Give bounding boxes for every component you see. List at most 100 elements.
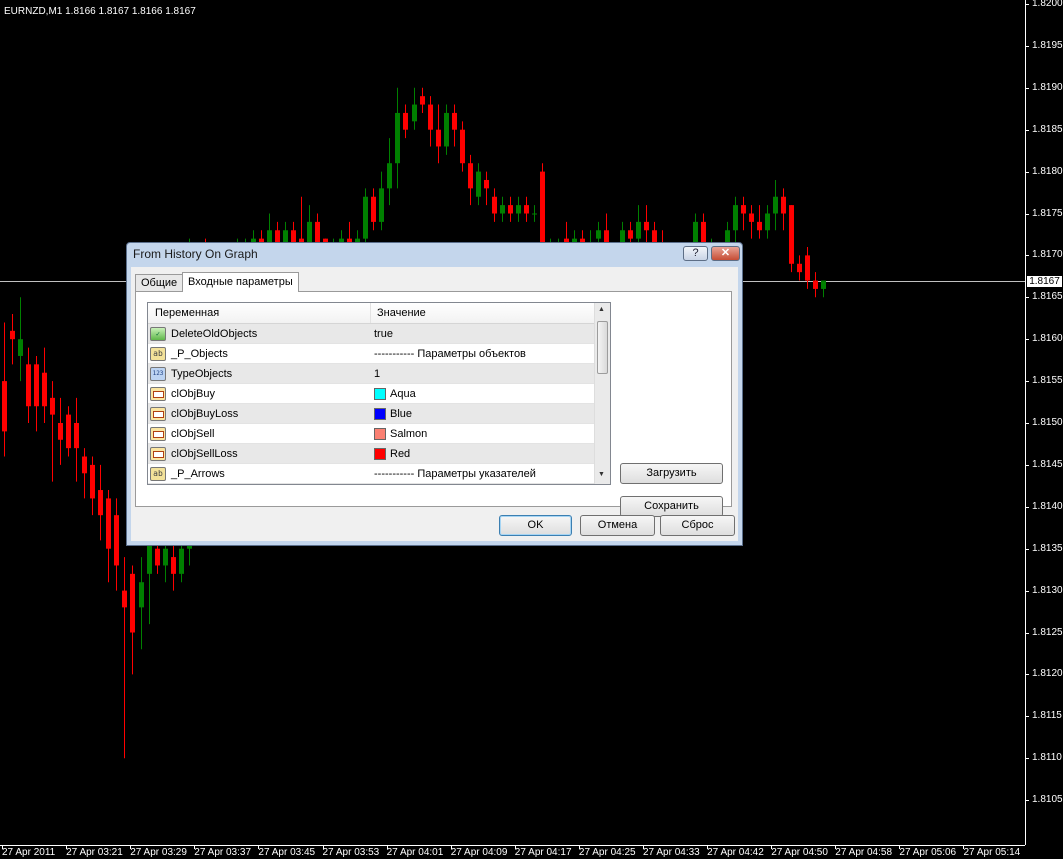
time-tick-label: 27 Apr 03:29 — [130, 847, 187, 858]
bear-candle — [82, 456, 87, 474]
price-tick-label: 1.8135 — [1032, 542, 1063, 554]
time-tick-label: 27 Apr 04:25 — [578, 847, 636, 858]
bear-candle — [757, 221, 762, 231]
price-tick-label: 1.8145 — [1032, 458, 1063, 470]
time-tick-label: 27 Apr 04:33 — [643, 847, 700, 858]
parameter-value-cell[interactable]: Salmon — [371, 427, 594, 440]
bear-candle — [403, 112, 408, 130]
input-parameters-panel: Переменная Значение ✓ DeleteOldObjects tru… — [135, 291, 732, 517]
price-tick-label: 1.8200 — [1032, 0, 1063, 9]
parameter-value-cell[interactable]: Aqua — [371, 387, 594, 400]
parameter-row[interactable]: clObjSell Salmon — [148, 424, 594, 444]
parameter-value-cell[interactable]: Red — [371, 447, 594, 460]
bull-candle — [179, 548, 184, 574]
bull-candle — [444, 112, 449, 147]
close-button[interactable]: ✕ — [711, 246, 740, 261]
bull-candle — [18, 339, 23, 356]
cancel-button[interactable]: Отмена — [580, 515, 655, 536]
help-button[interactable]: ? — [683, 246, 708, 261]
bear-candle — [492, 196, 497, 214]
tab-general[interactable]: Общие — [135, 274, 184, 291]
parameter-value: Red — [390, 447, 411, 460]
bull-candle — [516, 205, 521, 214]
parameter-value-cell[interactable]: true — [371, 328, 594, 340]
time-tick-label: 27 Apr 03:21 — [66, 847, 123, 858]
price-tick-label: 1.8105 — [1032, 794, 1063, 806]
parameter-name: DeleteOldObjects — [171, 327, 258, 340]
parameter-name-cell: clObjBuy — [148, 386, 371, 401]
bear-candle — [420, 96, 425, 105]
scroll-thumb[interactable] — [597, 321, 608, 374]
bull-candle — [596, 230, 601, 239]
bear-candle — [66, 414, 71, 449]
bull-candle — [395, 112, 400, 164]
color-type-icon — [150, 386, 166, 401]
parameter-name-cell: ab _P_Arrows — [148, 466, 371, 481]
parameter-name: clObjBuy — [171, 387, 216, 400]
bear-candle — [797, 263, 802, 273]
bear-candle — [741, 205, 746, 214]
scroll-up-arrow-icon[interactable]: ▲ — [598, 306, 605, 313]
price-tick-label: 1.8110 — [1032, 752, 1062, 764]
bull-candle — [412, 104, 417, 122]
price-tick-label: 1.8195 — [1032, 39, 1063, 51]
bull-candle — [379, 188, 384, 222]
price-tick-label: 1.8180 — [1032, 165, 1063, 177]
bear-candle — [171, 557, 176, 574]
color-swatch — [374, 427, 386, 440]
bear-candle — [90, 464, 95, 499]
bull-candle — [733, 205, 738, 231]
tab-input-parameters[interactable]: Входные параметры — [182, 272, 299, 292]
bear-candle — [50, 397, 55, 415]
bear-candle — [460, 129, 465, 164]
grid-scrollbar[interactable]: ▲ ▼ — [594, 303, 610, 484]
bear-candle — [749, 213, 754, 222]
bear-candle — [371, 196, 376, 222]
column-header-value[interactable]: Значение — [371, 303, 594, 323]
bear-candle — [74, 423, 79, 449]
time-tick-label: 27 Apr 04:17 — [514, 847, 572, 858]
parameter-value-cell[interactable]: 1 — [371, 368, 594, 380]
reset-button[interactable]: Сброс — [660, 515, 735, 536]
bear-candle — [130, 573, 135, 633]
dialog-title: From History On Graph — [133, 247, 258, 261]
parameter-value-cell[interactable]: Blue — [371, 407, 594, 420]
bull-candle — [773, 196, 778, 214]
parameter-name-cell: clObjSell — [148, 426, 371, 441]
bear-candle — [781, 196, 786, 214]
parameter-name-cell: clObjSellLoss — [148, 446, 371, 461]
save-button[interactable]: Сохранить — [620, 496, 723, 517]
parameter-row[interactable]: ab _P_Arrows ----------- Параметры указате… — [148, 464, 594, 484]
price-tick-label: 1.8175 — [1032, 207, 1063, 219]
parameter-row[interactable]: ab _P_Objects ----------- Параметры объект… — [148, 344, 594, 364]
parameter-value-cell[interactable]: ----------- Параметры объектов — [371, 348, 594, 360]
scroll-down-arrow-icon[interactable]: ▼ — [598, 471, 605, 478]
color-type-icon — [150, 406, 166, 421]
ok-button[interactable]: OK — [499, 515, 572, 536]
parameter-row[interactable]: clObjBuy Aqua — [148, 384, 594, 404]
parameter-row[interactable]: ✓ DeleteOldObjects true — [148, 324, 594, 344]
load-button[interactable]: Загрузить — [620, 463, 723, 484]
bear-candle — [2, 381, 7, 432]
price-tick-label: 1.8155 — [1032, 375, 1063, 387]
bull-candle — [363, 196, 368, 239]
parameter-value-cell[interactable]: ----------- Параметры указателей — [371, 468, 594, 480]
price-tick-label: 1.8150 — [1032, 417, 1063, 428]
properties-dialog: From History On Graph ? ✕ Общие Входные … — [126, 242, 743, 546]
parameter-row[interactable]: clObjBuyLoss Blue — [148, 404, 594, 424]
column-header-variable[interactable]: Переменная — [148, 303, 371, 323]
parameter-value: ----------- Параметры указателей — [374, 467, 536, 480]
bear-candle — [468, 163, 473, 189]
price-tick-label: 1.8190 — [1032, 81, 1063, 93]
time-tick-label: 27 Apr 04:50 — [771, 847, 828, 858]
parameter-row[interactable]: 123 TypeObjects 1 — [148, 364, 594, 384]
bull-candle — [821, 280, 826, 289]
bull-candle — [500, 205, 505, 214]
price-tick-label: 1.8140 — [1032, 500, 1063, 512]
parameter-row[interactable]: clObjSellLoss Red — [148, 444, 594, 464]
grid-header: Переменная Значение — [148, 303, 594, 324]
time-tick-label: 27 Apr 03:53 — [322, 847, 380, 858]
parameter-name-cell: 123 TypeObjects — [148, 366, 371, 381]
bear-candle — [628, 230, 633, 239]
bull-candle — [139, 582, 144, 608]
